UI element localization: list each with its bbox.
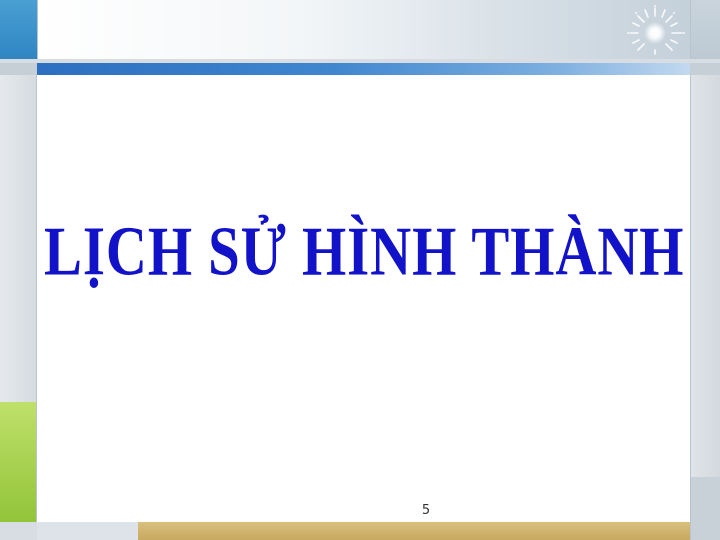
footer-strip [37, 522, 138, 540]
accent-bar-blue [37, 63, 690, 75]
frame-divider [690, 0, 691, 59]
title-area: LỊCH SỬ HÌNH THÀNH [44, 196, 684, 336]
page-number: 5 [421, 503, 431, 518]
corner-block-gray [690, 0, 720, 59]
slide: LỊCH SỬ HÌNH THÀNH 5 [0, 0, 720, 540]
frame-divider [37, 0, 38, 59]
accent-block-green [0, 402, 37, 522]
frame-block [690, 477, 720, 540]
accent-bar-gold [138, 522, 690, 540]
sparkle-burst-icon [627, 5, 685, 55]
right-column [690, 75, 720, 477]
left-column [0, 75, 37, 402]
corner-block-blue [0, 0, 37, 59]
slide-title: LỊCH SỬ HÌNH THÀNH [44, 213, 685, 291]
frame-block [690, 63, 720, 75]
frame-block [0, 522, 37, 540]
header-band [37, 0, 690, 59]
frame-block [0, 63, 37, 75]
